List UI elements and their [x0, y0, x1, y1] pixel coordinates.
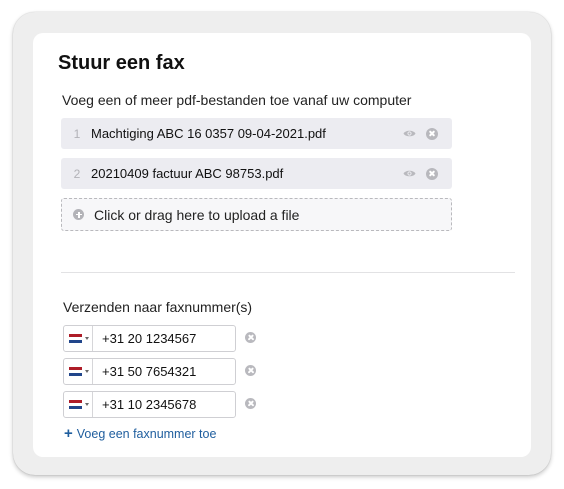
country-select[interactable] [64, 326, 93, 351]
file-index: 2 [73, 166, 81, 181]
add-fax-number-label: Voeg een faxnummer toe [76, 426, 217, 441]
file-index: 1 [73, 126, 81, 141]
file-name: 20210409 factuur ABC 98753.pdf [91, 166, 284, 181]
eye-icon[interactable] [402, 167, 416, 181]
close-circle-icon[interactable] [245, 332, 256, 343]
country-select[interactable] [64, 392, 93, 417]
fax-number-field [63, 391, 236, 418]
close-circle-icon[interactable] [426, 167, 438, 180]
upload-dropzone[interactable]: Click or drag here to upload a file [61, 198, 452, 231]
close-circle-icon[interactable] [426, 127, 438, 140]
fax-numbers-label: Verzenden naar faxnummer(s) [63, 299, 253, 315]
file-item: 1 Machtiging ABC 16 0357 09-04-2021.pdf [61, 118, 452, 149]
caret-down-icon [85, 370, 89, 373]
plus-circle-icon [73, 209, 84, 220]
close-circle-icon[interactable] [245, 365, 256, 376]
section-divider [61, 272, 515, 273]
close-circle-icon[interactable] [245, 398, 256, 409]
fax-number-input[interactable] [102, 331, 227, 346]
upload-label: Click or drag here to upload a file [94, 206, 300, 223]
page-title: Stuur een fax [58, 52, 185, 74]
caret-down-icon [85, 403, 89, 406]
netherlands-flag-icon [69, 400, 82, 409]
fax-number-row [63, 325, 263, 352]
fax-number-input[interactable] [102, 364, 227, 379]
netherlands-flag-icon [69, 334, 82, 343]
fax-number-field [63, 358, 236, 385]
fax-number-input[interactable] [102, 397, 227, 412]
fax-number-row [63, 391, 263, 418]
country-select[interactable] [64, 359, 93, 384]
fax-number-row [63, 358, 263, 385]
file-item: 2 20210409 factuur ABC 98753.pdf [61, 158, 452, 189]
file-name: Machtiging ABC 16 0357 09-04-2021.pdf [91, 126, 326, 141]
fax-number-field [63, 325, 236, 352]
add-fax-number-link[interactable]: + Voeg een faxnummer toe [64, 426, 216, 441]
plus-icon: + [64, 425, 73, 442]
files-instruction: Voeg een of meer pdf-bestanden toe vanaf… [62, 92, 412, 108]
netherlands-flag-icon [69, 367, 82, 376]
eye-icon[interactable] [402, 127, 416, 141]
caret-down-icon [85, 337, 89, 340]
